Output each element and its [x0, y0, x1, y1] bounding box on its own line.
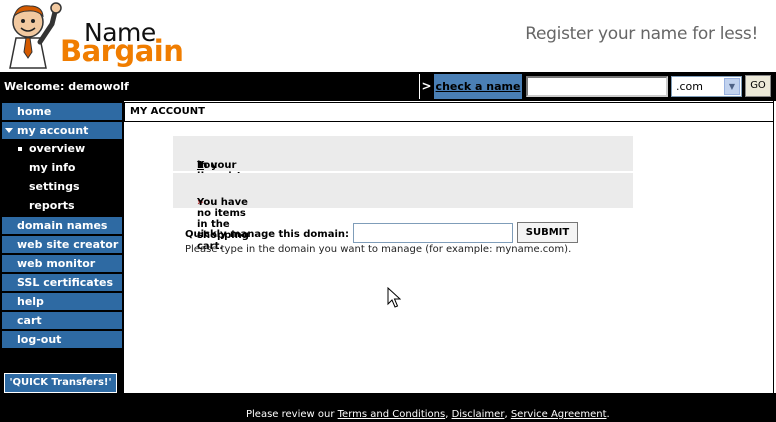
sidebar-item-label: help [17, 295, 44, 308]
sidebar-item-label: domain names [17, 219, 108, 232]
quick-transfers-button[interactable]: 'QUICK Transfers!' [4, 373, 117, 393]
sidebar-item-domain-names[interactable]: domain names [2, 217, 122, 234]
sidebar-item-label: my account [17, 124, 89, 137]
sidebar-item-label: SSL certificates [17, 276, 113, 289]
terms-link[interactable]: Terms and Conditions [338, 409, 446, 420]
sidebar-item-web-site-creator[interactable]: web site creator [2, 236, 122, 253]
tld-select[interactable]: .com ▼ [671, 76, 742, 97]
bullet-icon [18, 147, 22, 151]
tld-selected-value: .com [676, 80, 703, 93]
chevron-down-icon[interactable]: ▼ [724, 78, 740, 95]
sidebar-item-label: my info [29, 161, 76, 174]
sidebar-item-home[interactable]: home [2, 103, 122, 120]
sidebar-item-reports[interactable]: reports [2, 197, 122, 214]
mascot-icon [9, 2, 62, 69]
footer-text: Please review our Terms and Conditions, … [246, 409, 610, 420]
service-agreement-link[interactable]: Service Agreement [511, 409, 607, 420]
go-button[interactable]: GO [745, 75, 771, 97]
footer-prefix: Please review our [246, 409, 338, 420]
mouse-cursor-icon [387, 287, 401, 308]
top-bar: Welcome: demowolf > check a name .com ▼ … [0, 72, 776, 101]
sidebar-item-label: reports [29, 199, 75, 212]
sidebar-item-help[interactable]: help [2, 293, 122, 310]
sidebar: home my account overview my info setting… [0, 101, 124, 393]
triangle-down-icon [5, 128, 13, 133]
footer: Please review our Terms and Conditions, … [0, 393, 776, 422]
arrow-marker: > [419, 74, 433, 99]
submit-button[interactable]: SUBMIT [517, 222, 578, 243]
manage-domain-input[interactable] [353, 223, 513, 243]
sidebar-item-ssl-certificates[interactable]: SSL certificates [2, 274, 122, 291]
sidebar-item-label: web site creator [17, 238, 119, 251]
sidebar-item-settings[interactable]: settings [2, 178, 122, 195]
logo[interactable]: Name Bargain [4, 2, 204, 70]
cart-message: » You have no items in the shopping cart. [173, 173, 633, 252]
sidebar-item-overview[interactable]: overview [2, 140, 122, 157]
logo-bargain-text: Bargain [60, 34, 184, 68]
page-title-bar: MY ACCOUNT [124, 102, 774, 122]
manage-domain-label: Quickly manage this domain: [185, 229, 350, 240]
sidebar-item-my-account[interactable]: my account [2, 122, 122, 139]
sidebar-item-log-out[interactable]: log-out [2, 331, 122, 348]
sidebar-item-web-monitor[interactable]: web monitor [2, 255, 122, 272]
sidebar-item-label: home [17, 105, 52, 118]
welcome-text: Welcome: demowolf [4, 80, 129, 93]
sidebar-item-label: log-out [17, 333, 62, 346]
check-name-link[interactable]: check a name [434, 74, 522, 99]
manage-domain-hint: Please type in the domain you want to ma… [185, 244, 572, 255]
sidebar-item-label: web monitor [17, 257, 96, 270]
sidebar-item-label: settings [29, 180, 80, 193]
sidebar-item-label: overview [29, 142, 86, 155]
sidebar-item-my-info[interactable]: my info [2, 159, 122, 176]
domain-search-input[interactable] [526, 76, 668, 97]
tagline: Register your name for less! [525, 24, 758, 44]
sidebar-item-label: cart [17, 314, 42, 327]
domain-count-message: »You have 1 domain names in your account… [173, 136, 633, 193]
right-border [773, 101, 774, 393]
sidebar-item-cart[interactable]: cart [2, 312, 122, 329]
disclaimer-link[interactable]: Disclaimer [452, 409, 505, 420]
footer-suffix: . [606, 409, 610, 420]
page-title: MY ACCOUNT [130, 106, 205, 117]
